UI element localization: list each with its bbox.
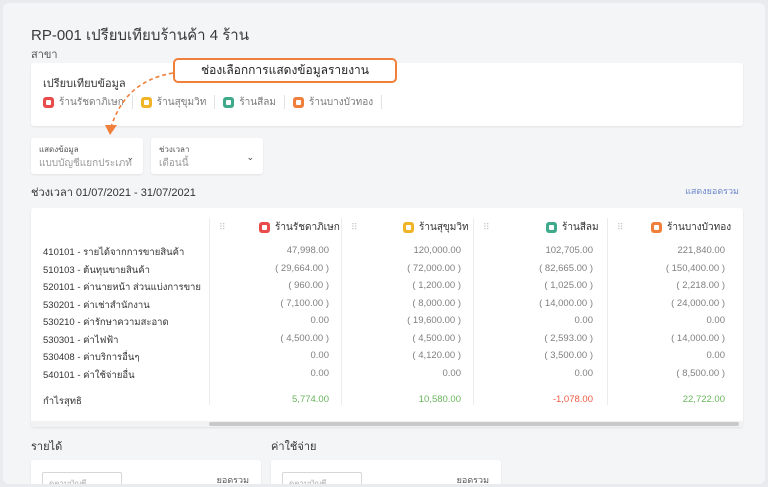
display-select[interactable]: แสดงข้อมูล แบบบัญชีแยกประเภท ⌄ — [31, 138, 143, 174]
store-tag-bangbuathong[interactable]: ร้านบางบัวทอง — [292, 95, 383, 109]
chevron-down-icon: ⌄ — [246, 152, 254, 162]
column-header-label: ร้านรัชดาภิเษก — [275, 221, 340, 233]
store-tag-label: ร้านสีลม — [239, 96, 276, 108]
table-cell: 0.00 — [310, 315, 330, 326]
row-label: 530408 - ค่าบริการอื่นๆ — [43, 352, 140, 363]
store-icon — [259, 221, 270, 233]
chevron-down-icon: ⌄ — [126, 152, 134, 162]
column-header-label: ร้านสุขุมวิท — [419, 221, 469, 233]
period-select-label: ช่วงเวลา — [159, 145, 190, 154]
column-header-sukhumvit[interactable]: ร้านสุขุมวิท — [403, 219, 469, 235]
store-tag-silom[interactable]: ร้านสีลม — [223, 95, 285, 109]
row-label: 530210 - ค่ารักษาความสะอาด — [43, 317, 169, 328]
app-frame: RP-001 เปรียบเทียบร้านค้า 4 ร้าน สาขา เป… — [3, 3, 765, 484]
comparison-table: ⠿ ร้านรัชดาภิเษก ⠿ ร้านสุขุมวิท ⠿ ร้านสี… — [31, 208, 743, 427]
period-text: ช่วงเวลา 01/07/2021 - 31/07/2021 — [31, 187, 196, 199]
column-header-label: ร้านสีลม — [562, 221, 599, 233]
table-cell: ( 1,200.00 ) — [412, 280, 461, 291]
table-cell: 221,840.00 — [677, 245, 725, 256]
table-cell: 0.00 — [706, 350, 726, 361]
column-header-bangbuathong[interactable]: ร้านบางบัวทอง — [651, 219, 731, 235]
callout-box: ช่องเลือกการแสดงข้อมูลรายงาน — [173, 58, 397, 83]
row-label: 530201 - ค่าเช่าสำนักงาน — [43, 300, 150, 311]
column-header-label: ร้านบางบัวทอง — [667, 221, 732, 233]
net-profit-cell: 10,580.00 — [418, 394, 461, 405]
expense-view-select[interactable]: ดูตามบัญชี — [282, 472, 362, 484]
row-label: 530301 - ค่าไฟฟ้า — [43, 335, 119, 346]
expense-section-label: ค่าใช้จ่าย — [271, 441, 317, 453]
store-icon — [403, 221, 414, 233]
table-cell: 0.00 — [574, 315, 594, 326]
store-icon — [43, 96, 54, 108]
table-cell: ( 4,500.00 ) — [412, 333, 461, 344]
expense-total-label: ยอดรวม — [456, 475, 489, 484]
column-header-ratchada[interactable]: ร้านรัชดาภิเษก — [259, 219, 340, 235]
table-cell: ( 8,500.00 ) — [676, 368, 725, 379]
column-divider — [209, 218, 210, 405]
period-select-value: เดือนนี้ — [159, 158, 189, 169]
net-profit-cell: 5,774.00 — [292, 394, 329, 405]
table-cell: ( 7,100.00 ) — [280, 298, 329, 309]
store-tag-label: ร้านบางบัวทอง — [308, 96, 374, 108]
table-cell: ( 14,000.00 ) — [671, 333, 725, 344]
period-select[interactable]: ช่วงเวลา เดือนนี้ ⌄ — [151, 138, 263, 174]
net-profit-label: กำไรสุทธิ — [43, 396, 82, 407]
branch-label: สาขา — [31, 49, 58, 61]
table-cell: 0.00 — [310, 350, 330, 361]
store-icon — [546, 221, 557, 233]
income-total-label: ยอดรวม — [216, 475, 249, 484]
callout-arrow-icon — [105, 72, 174, 135]
row-label: 510103 - ต้นทุนขายสินค้า — [43, 265, 150, 276]
income-section-label: รายได้ — [31, 441, 63, 453]
table-cell: 102,705.00 — [545, 245, 593, 256]
drag-handle-icon[interactable]: ⠿ — [483, 219, 490, 235]
table-cell: ( 19,600.00 ) — [407, 315, 461, 326]
drag-handle-icon[interactable]: ⠿ — [617, 219, 624, 235]
table-cell: 0.00 — [574, 368, 594, 379]
table-cell: ( 150,400.00 ) — [665, 263, 725, 274]
table-cell: ( 4,120.00 ) — [412, 350, 461, 361]
table-cell: 0.00 — [310, 368, 330, 379]
table-cell: ( 2,218.00 ) — [676, 280, 725, 291]
store-icon — [651, 221, 662, 233]
column-divider — [341, 218, 342, 405]
table-cell: ( 82,665.00 ) — [539, 263, 593, 274]
net-profit-cell: -1,078.00 — [552, 394, 593, 405]
store-icon — [292, 96, 304, 108]
horizontal-scrollbar[interactable] — [31, 421, 743, 427]
drag-handle-icon[interactable]: ⠿ — [351, 219, 358, 235]
net-profit-cell: 22,722.00 — [682, 394, 725, 405]
display-select-label: แสดงข้อมูล — [39, 145, 79, 154]
table-cell: ( 24,000.00 ) — [671, 298, 725, 309]
table-cell: ( 14,000.00 ) — [539, 298, 593, 309]
table-cell: ( 4,500.00 ) — [280, 333, 329, 344]
column-divider — [473, 218, 474, 405]
table-cell: ( 8,000.00 ) — [412, 298, 461, 309]
income-card: ดูตามบัญชี ยอดรวม — [31, 460, 261, 484]
store-tags: ร้านรัชดาภิเษก ร้านสุขุมวิท ร้านสีลม ร้า… — [43, 95, 390, 109]
table-cell: ( 2,593.00 ) — [544, 333, 593, 344]
table-cell: ( 960.00 ) — [288, 280, 329, 291]
table-cell: 120,000.00 — [413, 245, 461, 256]
table-cell: ( 72,000.00 ) — [407, 263, 461, 274]
show-total-link[interactable]: แสดงยอดรวม — [685, 184, 739, 198]
scrollbar-thumb[interactable] — [209, 422, 739, 426]
table-cell: ( 29,664.00 ) — [275, 263, 329, 274]
page-title: RP-001 เปรียบเทียบร้านค้า 4 ร้าน — [31, 27, 249, 44]
drag-handle-icon[interactable]: ⠿ — [219, 219, 226, 235]
table-cell: ( 3,500.00 ) — [544, 350, 593, 361]
income-view-select[interactable]: ดูตามบัญชี — [42, 472, 122, 484]
table-cell: 47,998.00 — [286, 245, 329, 256]
row-label: 410101 - รายได้จากการขายสินค้า — [43, 247, 185, 258]
column-header-silom[interactable]: ร้านสีลม — [546, 219, 599, 235]
row-label: 540101 - ค่าใช้จ่ายอื่น — [43, 370, 135, 381]
expense-card: ดูตามบัญชี ยอดรวม — [271, 460, 501, 484]
store-icon — [223, 96, 235, 108]
column-divider — [607, 218, 608, 405]
table-cell: 0.00 — [706, 315, 726, 326]
display-select-value: แบบบัญชีแยกประเภท — [39, 158, 132, 169]
table-cell: 0.00 — [442, 368, 462, 379]
table-cell: ( 1,025.00 ) — [544, 280, 593, 291]
row-label: 520101 - ค่านายหน้า ส่วนแบ่งการขาย — [43, 282, 201, 293]
